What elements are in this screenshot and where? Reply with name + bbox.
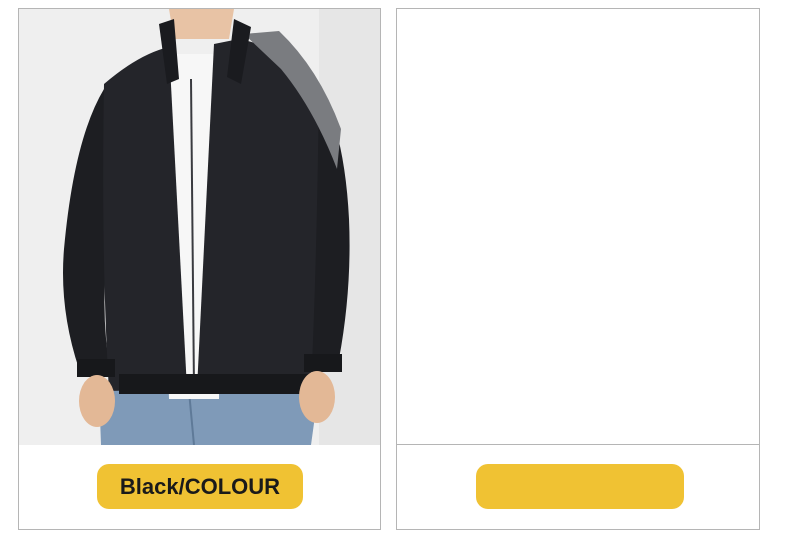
- color-option-label[interactable]: [476, 464, 684, 509]
- color-option-card[interactable]: Black/COLOUR: [18, 8, 381, 530]
- color-option-label[interactable]: Black/COLOUR: [97, 464, 303, 509]
- product-photo: [19, 9, 380, 445]
- product-photo-placeholder: [397, 9, 759, 445]
- color-option-card[interactable]: [396, 8, 760, 530]
- jacket-photo-image: [19, 9, 380, 445]
